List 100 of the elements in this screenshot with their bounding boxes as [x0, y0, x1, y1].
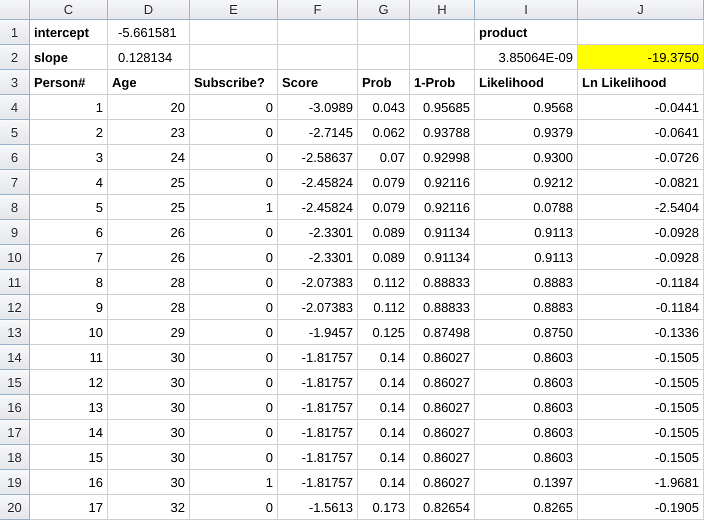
table-cell: -2.5404 [578, 195, 704, 220]
table-cell: 0.91134 [410, 220, 475, 245]
row-header[interactable]: 13 [0, 320, 30, 345]
table-cell: 0 [190, 445, 278, 470]
table-cell: 24 [108, 145, 190, 170]
row-header[interactable]: 9 [0, 220, 30, 245]
table-cell: 28 [108, 295, 190, 320]
table-cell: 0.91134 [410, 245, 475, 270]
table-cell: 0 [190, 220, 278, 245]
table-cell: 0 [190, 345, 278, 370]
table-cell: 0 [190, 495, 278, 520]
table-cell: 0.1397 [475, 470, 578, 495]
table-cell: 0.8603 [475, 370, 578, 395]
table-cell: slope [30, 45, 108, 70]
table-cell: 28 [108, 270, 190, 295]
table-cell: 25 [108, 170, 190, 195]
table-cell: -1.81757 [278, 345, 358, 370]
table-cell: 0.128134 [108, 45, 190, 70]
row-header[interactable]: 10 [0, 245, 30, 270]
table-cell: -0.1505 [578, 370, 704, 395]
table-cell: 0.062 [358, 120, 410, 145]
table-cell: 0.8750 [475, 320, 578, 345]
table-cell: 1 [190, 470, 278, 495]
table-cell: 0.8603 [475, 420, 578, 445]
row-header[interactable]: 15 [0, 370, 30, 395]
table-cell: 0.88833 [410, 270, 475, 295]
table-cell: 7 [30, 245, 108, 270]
table-cell: 1 [30, 95, 108, 120]
column-header[interactable]: I [475, 0, 578, 20]
table-cell: 15 [30, 445, 108, 470]
table-cell: 0 [190, 420, 278, 445]
row-header[interactable]: 6 [0, 145, 30, 170]
table-cell: 0.95685 [410, 95, 475, 120]
table-cell: 0.9379 [475, 120, 578, 145]
table-cell: -1.81757 [278, 370, 358, 395]
table-cell: 12 [30, 370, 108, 395]
table-cell: 0.86027 [410, 370, 475, 395]
row-header[interactable]: 16 [0, 395, 30, 420]
row-header[interactable]: 1 [0, 20, 30, 45]
row-header[interactable]: 11 [0, 270, 30, 295]
table-cell: 1 [190, 195, 278, 220]
table-cell: 0 [190, 145, 278, 170]
table-cell: Age [108, 70, 190, 95]
table-cell: 17 [30, 495, 108, 520]
column-header[interactable]: C [30, 0, 108, 20]
row-header[interactable]: 7 [0, 170, 30, 195]
row-header[interactable]: 14 [0, 345, 30, 370]
table-cell: 0.86027 [410, 420, 475, 445]
select-all-corner[interactable] [0, 0, 30, 20]
table-cell: -0.1336 [578, 320, 704, 345]
column-header[interactable]: E [190, 0, 278, 20]
table-cell: 10 [30, 320, 108, 345]
column-header[interactable]: J [578, 0, 704, 20]
table-cell: 8 [30, 270, 108, 295]
row-header[interactable]: 17 [0, 420, 30, 445]
table-cell: 30 [108, 470, 190, 495]
table-cell: 0.87498 [410, 320, 475, 345]
table-cell: -2.07383 [278, 295, 358, 320]
table-cell: 0 [190, 320, 278, 345]
table-cell: Person# [30, 70, 108, 95]
table-cell: 0.82654 [410, 495, 475, 520]
table-cell: 0.07 [358, 145, 410, 170]
row-header[interactable]: 3 [0, 70, 30, 95]
table-cell: 0 [190, 395, 278, 420]
table-cell: 30 [108, 445, 190, 470]
table-cell: 30 [108, 395, 190, 420]
table-cell: 16 [30, 470, 108, 495]
column-header[interactable]: G [358, 0, 410, 20]
table-cell: 0.9113 [475, 220, 578, 245]
table-cell: Prob [358, 70, 410, 95]
table-cell: -0.0641 [578, 120, 704, 145]
table-cell: -0.0726 [578, 145, 704, 170]
table-cell: -0.1184 [578, 295, 704, 320]
table-cell: 13 [30, 395, 108, 420]
row-header[interactable]: 8 [0, 195, 30, 220]
row-header[interactable]: 20 [0, 495, 30, 520]
column-header[interactable]: F [278, 0, 358, 20]
table-cell: -0.1505 [578, 420, 704, 445]
table-cell: 0.9568 [475, 95, 578, 120]
column-header[interactable]: D [108, 0, 190, 20]
row-header[interactable]: 18 [0, 445, 30, 470]
table-cell: 0.86027 [410, 345, 475, 370]
table-cell: -5.661581 [108, 20, 190, 45]
table-cell: 0.88833 [410, 295, 475, 320]
row-header[interactable]: 2 [0, 45, 30, 70]
table-cell: Subscribe? [190, 70, 278, 95]
row-header[interactable]: 4 [0, 95, 30, 120]
column-header[interactable]: H [410, 0, 475, 20]
table-cell: -1.81757 [278, 470, 358, 495]
table-cell: -2.45824 [278, 170, 358, 195]
row-header[interactable]: 12 [0, 295, 30, 320]
row-header[interactable]: 19 [0, 470, 30, 495]
table-cell: 0.079 [358, 195, 410, 220]
table-cell: 0.9113 [475, 245, 578, 270]
table-cell: 0.173 [358, 495, 410, 520]
table-cell: 0.112 [358, 295, 410, 320]
row-header[interactable]: 5 [0, 120, 30, 145]
table-cell: 0 [190, 245, 278, 270]
table-cell: -1.81757 [278, 445, 358, 470]
table-cell: 0.8603 [475, 445, 578, 470]
